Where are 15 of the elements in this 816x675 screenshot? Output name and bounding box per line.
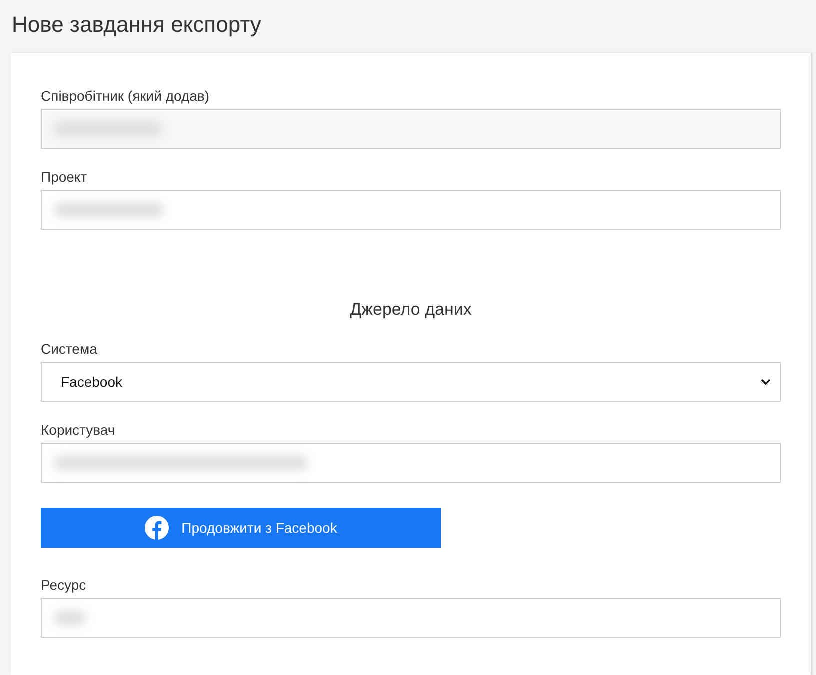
field-label: Проект [41,168,88,187]
input-field[interactable] [41,190,781,230]
system-select[interactable]: Facebook [41,362,781,402]
field-label: Система [41,340,98,359]
facebook-icon [144,516,169,540]
input-field[interactable] [41,109,781,149]
field-label: Ресурс [41,576,86,595]
page-title: Нове завдання експорту [11,11,262,39]
continue-with-facebook-button[interactable]: Продовжити з Facebook [41,508,441,548]
field-label: Співробітник (який додав) [41,87,210,106]
chevron-down-icon [761,379,771,385]
section-heading: Джерело даних [350,299,472,321]
input-field[interactable] [41,598,781,638]
field-label: Користувач [41,421,116,440]
input-field[interactable] [41,443,781,483]
